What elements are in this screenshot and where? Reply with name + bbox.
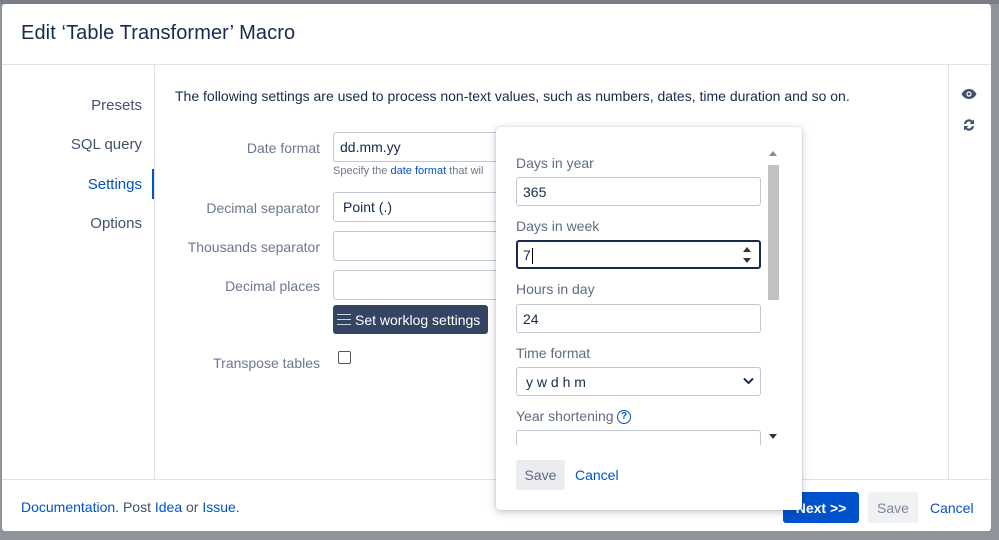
thousands-separator-label: Thousands separator bbox=[187, 239, 320, 255]
hint-text: Specify the bbox=[333, 165, 391, 177]
nav-item-settings[interactable]: Settings bbox=[88, 176, 142, 193]
text-cursor bbox=[531, 248, 533, 265]
footer-links: Documentation. Post Idea or Issue. bbox=[21, 499, 240, 515]
scroll-up-icon[interactable] bbox=[769, 151, 777, 156]
refresh-icon[interactable] bbox=[961, 117, 977, 137]
chevron-down-icon bbox=[743, 374, 754, 388]
days-in-year-input[interactable]: 365 bbox=[516, 177, 761, 206]
date-format-input[interactable]: dd.mm.yy bbox=[333, 132, 503, 162]
days-in-week-label: Days in week bbox=[516, 218, 600, 234]
set-worklog-settings-button[interactable]: Set worklog settings bbox=[333, 305, 488, 334]
footer-text: . Post bbox=[115, 499, 155, 515]
worklog-save-button[interactable]: Save bbox=[516, 460, 565, 490]
days-in-week-input[interactable]: 7 bbox=[516, 240, 761, 269]
nav-item-options[interactable]: Options bbox=[90, 215, 142, 232]
help-icon[interactable]: ? bbox=[617, 410, 631, 424]
decimal-separator-select[interactable]: Point (.) bbox=[333, 192, 503, 222]
thousands-separator-input[interactable] bbox=[333, 231, 503, 261]
footer-text: . bbox=[235, 499, 240, 515]
date-format-link[interactable]: date format bbox=[390, 165, 446, 177]
decimal-places-label: Decimal places bbox=[225, 278, 320, 294]
transpose-tables-checkbox[interactable] bbox=[338, 351, 351, 364]
worklog-settings-scroll-area: Days in year 365 Days in week 7 Hours in… bbox=[496, 127, 786, 445]
settings-intro: The following settings are used to proce… bbox=[175, 88, 850, 104]
time-format-select[interactable]: y w d h m bbox=[516, 367, 761, 396]
popup-scrollbar[interactable] bbox=[766, 147, 780, 443]
idea-link[interactable]: Idea bbox=[155, 499, 182, 515]
save-button[interactable]: Save bbox=[868, 492, 918, 523]
decimal-separator-label: Decimal separator bbox=[206, 200, 320, 216]
date-format-label: Date format bbox=[246, 140, 320, 156]
time-format-value: y w d h m bbox=[526, 374, 586, 390]
issue-link[interactable]: Issue bbox=[202, 499, 235, 515]
number-spinner[interactable] bbox=[743, 247, 751, 263]
year-shortening-input[interactable] bbox=[516, 430, 761, 445]
documentation-link[interactable]: Documentation bbox=[21, 499, 115, 515]
nav-item-sql-query[interactable]: SQL query bbox=[71, 136, 142, 153]
hint-text-cut: that wil bbox=[446, 165, 484, 177]
days-in-year-label: Days in year bbox=[516, 155, 594, 171]
right-rail bbox=[949, 65, 991, 479]
worklog-cancel-button[interactable]: Cancel bbox=[571, 460, 623, 490]
scrollbar-thumb[interactable] bbox=[768, 165, 779, 300]
eye-icon[interactable] bbox=[961, 87, 977, 104]
date-format-hint: Specify the date format that wil bbox=[333, 165, 483, 177]
footer-text: or bbox=[182, 499, 203, 515]
spinner-down-icon[interactable] bbox=[743, 258, 751, 263]
settings-nav: Presets SQL query Settings Options bbox=[2, 65, 154, 479]
worklog-settings-popup: Days in year 365 Days in week 7 Hours in… bbox=[496, 127, 802, 510]
year-shortening-label: Year shortening bbox=[516, 408, 614, 424]
hamburger-icon bbox=[337, 314, 351, 325]
hours-in-day-label: Hours in day bbox=[516, 281, 595, 297]
cancel-button[interactable]: Cancel bbox=[926, 492, 978, 523]
days-in-week-value: 7 bbox=[523, 247, 531, 263]
nav-item-presets[interactable]: Presets bbox=[91, 97, 142, 114]
dialog-title: Edit ‘Table Transformer’ Macro bbox=[21, 22, 296, 44]
dialog-header: Edit ‘Table Transformer’ Macro bbox=[2, 4, 991, 63]
set-worklog-settings-label: Set worklog settings bbox=[355, 311, 481, 328]
transpose-tables-label: Transpose tables bbox=[213, 355, 320, 371]
spinner-up-icon[interactable] bbox=[743, 247, 751, 252]
scroll-down-icon[interactable] bbox=[769, 434, 777, 439]
decimal-places-input[interactable] bbox=[333, 270, 503, 300]
hours-in-day-input[interactable]: 24 bbox=[516, 304, 761, 333]
time-format-label: Time format bbox=[516, 345, 591, 361]
